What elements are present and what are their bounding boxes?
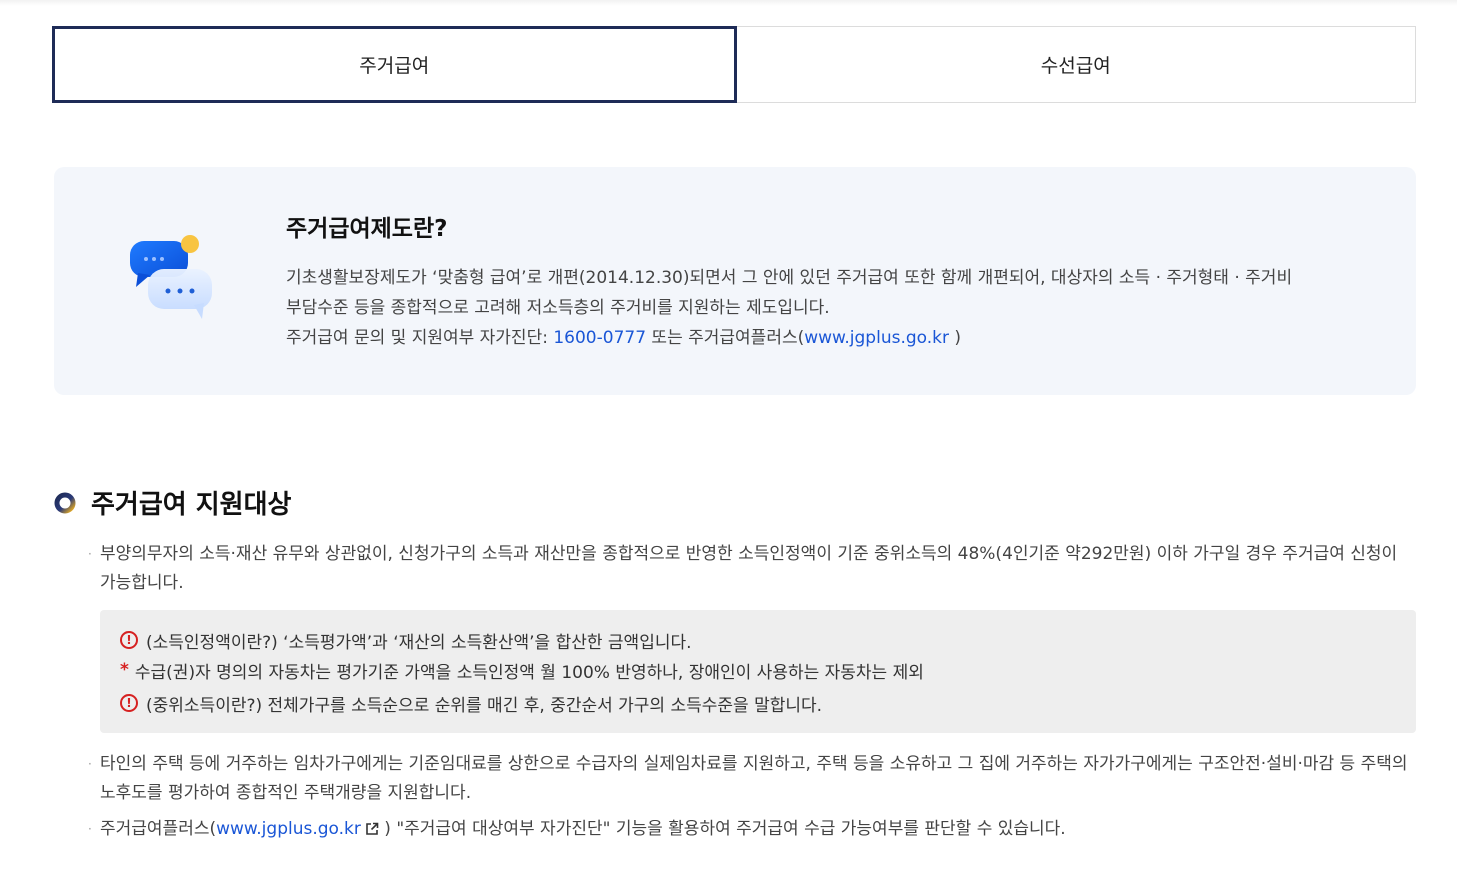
ring-bullet-icon	[54, 492, 76, 513]
list-item: · 주거급여플러스(www.jgplus.go.kr ) "주거급여 대상여부 …	[88, 815, 1418, 844]
list-item: · 부양의무자의 소득·재산 유무와 상관없이, 신청가구의 소득과 재산만을 …	[88, 540, 1418, 598]
list-item: · 타인의 주택 등에 거주하는 임차가구에게는 기준임대료를 상한으로 수급자…	[88, 750, 1418, 808]
jgplus-link[interactable]: www.jgplus.go.kr	[216, 819, 361, 839]
info-title: 주거급여제도란?	[286, 216, 448, 242]
alert-circle-icon: !	[120, 631, 138, 649]
alert-circle-icon: !	[120, 694, 138, 712]
bullet-dot: ·	[88, 822, 92, 836]
tab-label: 주거급여	[359, 55, 430, 77]
info-box: 주거급여제도란? 기초생활보장제도가 ‘맞춤형 급여’로 개편(2014.12.…	[54, 167, 1416, 395]
inquiry-label: 주거급여 문의 및 지원여부 자가진단:	[286, 328, 554, 348]
info-line-1: 기초생활보장제도가 ‘맞춤형 급여’로 개편(2014.12.30)되면서 그 …	[286, 268, 1293, 288]
inquiry-suffix: )	[948, 328, 962, 348]
chat-bubbles-icon	[130, 235, 212, 319]
info-line-3: 주거급여 문의 및 지원여부 자가진단: 1600-0777 또는 주거급여플러…	[286, 323, 1386, 353]
notice-text: (소득인정액이란?) ‘소득평가액’과 ‘재산의 소득환산액’을 합산한 금액입…	[146, 632, 692, 653]
external-link-icon[interactable]	[365, 822, 379, 836]
bullet-dot: ·	[88, 757, 92, 771]
section-title: 주거급여 지원대상	[91, 490, 292, 520]
info-line-2: 부담수준 등을 종합적으로 고려해 저소득층의 주거비를 지원하는 제도입니다.	[286, 298, 830, 318]
asterisk-icon: *	[120, 660, 129, 680]
tab-repair-benefit[interactable]: 수선급여	[736, 26, 1416, 103]
header-shadow	[0, 0, 1457, 6]
bullet-dot: ·	[88, 547, 92, 561]
notice-text: (중위소득이란?) 전체가구를 소득순으로 순위를 매긴 후, 중간순서 가구의…	[146, 695, 823, 716]
tab-housing-benefit[interactable]: 주거급여	[52, 26, 737, 103]
inquiry-mid: 또는 주거급여플러스(	[646, 328, 805, 348]
phone-link[interactable]: 1600-0777	[553, 328, 646, 348]
info-description: 기초생활보장제도가 ‘맞춤형 급여’로 개편(2014.12.30)되면서 그 …	[286, 263, 1386, 353]
bullet-suffix: ) "주거급여 대상여부 자가진단" 기능을 활용하여 주거급여 수급 가능여부…	[378, 819, 1066, 839]
section-heading: 주거급여 지원대상	[54, 484, 291, 521]
bullet-text: 부양의무자의 소득·재산 유무와 상관없이, 신청가구의 소득과 재산만을 종합…	[100, 544, 1398, 593]
bullet-text: 타인의 주택 등에 거주하는 임차가구에게는 기준임대료를 상한으로 수급자의 …	[100, 754, 1408, 803]
notice-text: 수급(권)자 명의의 자동차는 평가기준 가액을 소득인정액 월 100% 반영…	[134, 662, 924, 683]
notice-row: ! (중위소득이란?) 전체가구를 소득순으로 순위를 매긴 후, 중간순서 가…	[120, 688, 1416, 718]
notice-row: * 수급(권)자 명의의 자동차는 평가기준 가액을 소득인정액 월 100% …	[120, 655, 1416, 685]
jgplus-link[interactable]: www.jgplus.go.kr	[804, 328, 949, 348]
notice-row: ! (소득인정액이란?) ‘소득평가액’과 ‘재산의 소득환산액’을 합산한 금…	[120, 625, 1416, 655]
notice-box: ! (소득인정액이란?) ‘소득평가액’과 ‘재산의 소득환산액’을 합산한 금…	[100, 610, 1416, 733]
bullet-prefix: 주거급여플러스(	[100, 819, 217, 839]
tab-bar: 주거급여 수선급여	[52, 26, 1416, 103]
tab-label: 수선급여	[1040, 55, 1111, 77]
bullet-text: 주거급여플러스(www.jgplus.go.kr ) "주거급여 대상여부 자가…	[100, 815, 1418, 844]
